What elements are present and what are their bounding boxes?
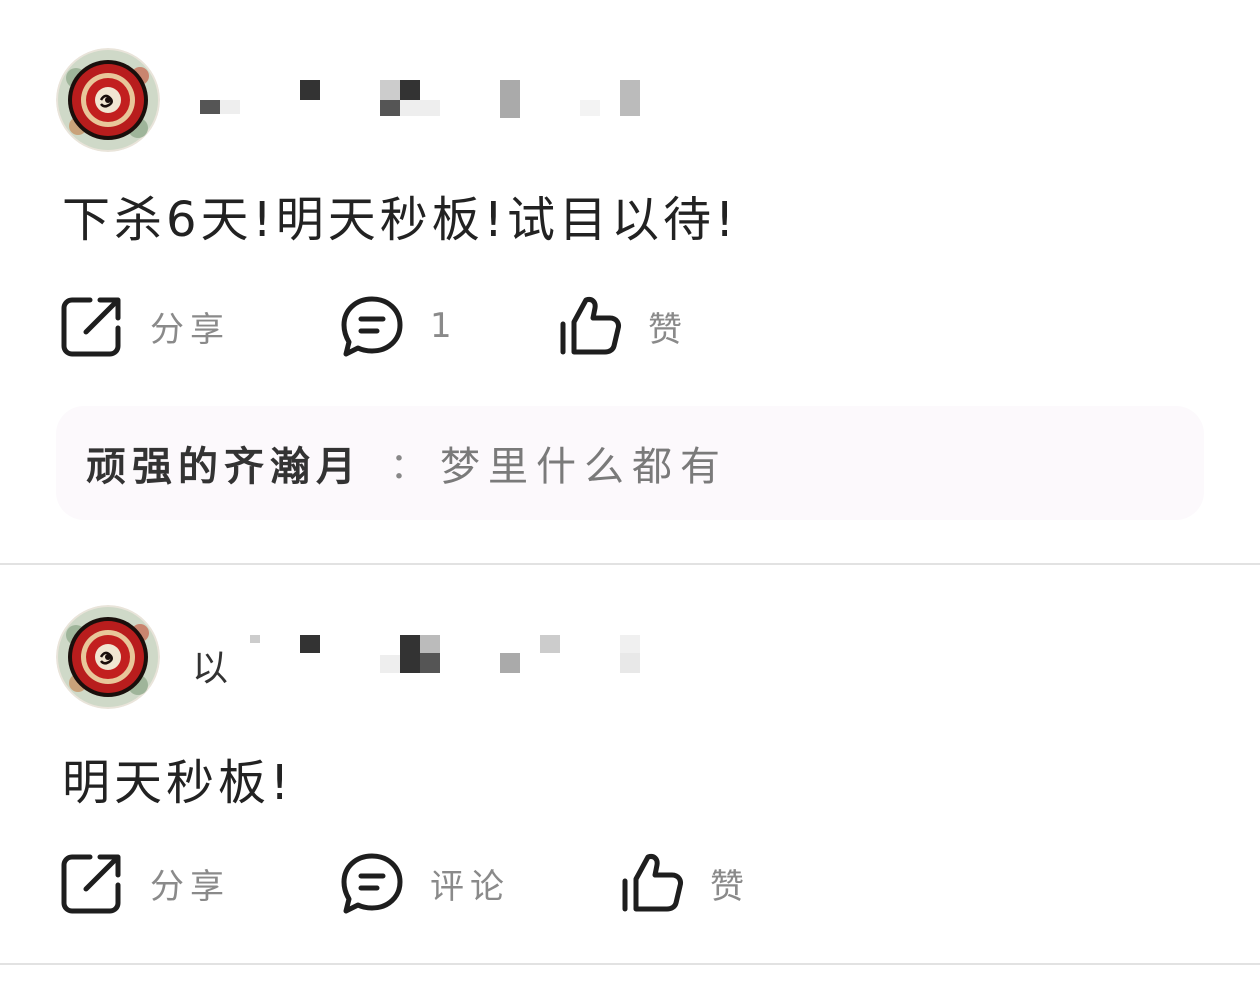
username-mosaic	[380, 80, 400, 100]
username-mosaic	[500, 653, 520, 673]
like-button[interactable]: 赞	[620, 851, 750, 915]
comment-separator: ：	[390, 446, 427, 487]
share-icon	[60, 851, 124, 915]
username-mosaic	[400, 80, 420, 100]
username[interactable]	[192, 70, 662, 130]
avatar[interactable]	[56, 48, 160, 152]
username-mosaic	[400, 635, 420, 673]
username-mosaic	[380, 100, 400, 116]
username-mosaic	[580, 100, 600, 116]
username-mosaic	[540, 635, 560, 653]
decorative-plate-avatar-icon	[56, 605, 160, 709]
share-icon	[60, 294, 124, 358]
username-mosaic	[220, 100, 240, 114]
post-item: 以 明天秒板! 分享 评论 赞	[0, 565, 1260, 965]
username-mosaic	[380, 655, 400, 673]
comment-button[interactable]: 1	[340, 294, 458, 358]
share-button[interactable]: 分享	[60, 294, 230, 358]
decorative-plate-avatar-icon	[56, 48, 160, 152]
feed: 下杀6天!明天秒板!试目以待! 分享 1 赞 顽强的齐瀚月 ： 梦里什么都有 以…	[0, 0, 1260, 990]
avatar[interactable]	[56, 605, 160, 709]
username-mosaic	[300, 80, 320, 100]
username-mosaic	[300, 635, 320, 653]
username-mosaic	[250, 635, 260, 643]
comment-bubble-icon	[340, 294, 404, 358]
username-mosaic	[500, 80, 520, 118]
username-mosaic	[420, 653, 440, 673]
like-button[interactable]: 赞	[558, 294, 688, 358]
username[interactable]: 以	[192, 625, 662, 689]
comment-author[interactable]: 顽强的齐瀚月	[86, 434, 362, 492]
username-mosaic	[620, 635, 640, 653]
thumbs-up-icon	[620, 851, 684, 915]
share-label: 分享	[150, 309, 230, 350]
thumbs-up-icon	[558, 294, 622, 358]
comment-button[interactable]: 评论	[340, 851, 510, 915]
post-item: 下杀6天!明天秒板!试目以待! 分享 1 赞 顽强的齐瀚月 ： 梦里什么都有	[0, 0, 1260, 565]
post-text: 下杀6天!明天秒板!试目以待!	[62, 192, 739, 248]
like-label: 赞	[710, 866, 750, 907]
username-mosaic	[400, 100, 440, 116]
action-bar: 分享 1 赞	[60, 294, 960, 358]
action-bar: 分享 评论 赞	[60, 851, 960, 915]
comment-preview[interactable]: 顽强的齐瀚月 ： 梦里什么都有	[56, 406, 1204, 520]
comment-bubble-icon	[340, 851, 404, 915]
comment-label: 评论	[430, 866, 510, 907]
username-mosaic	[620, 80, 640, 116]
share-button[interactable]: 分享	[60, 851, 230, 915]
username-mosaic	[620, 653, 640, 673]
like-label: 赞	[648, 309, 688, 350]
username-mosaic	[200, 100, 220, 114]
post-text: 明天秒板!	[62, 755, 294, 811]
comment-text: 梦里什么都有	[440, 444, 729, 490]
share-label: 分享	[150, 866, 230, 907]
username-mosaic	[420, 635, 440, 653]
comment-count: 1	[430, 306, 458, 346]
username-text: 以	[192, 648, 229, 689]
